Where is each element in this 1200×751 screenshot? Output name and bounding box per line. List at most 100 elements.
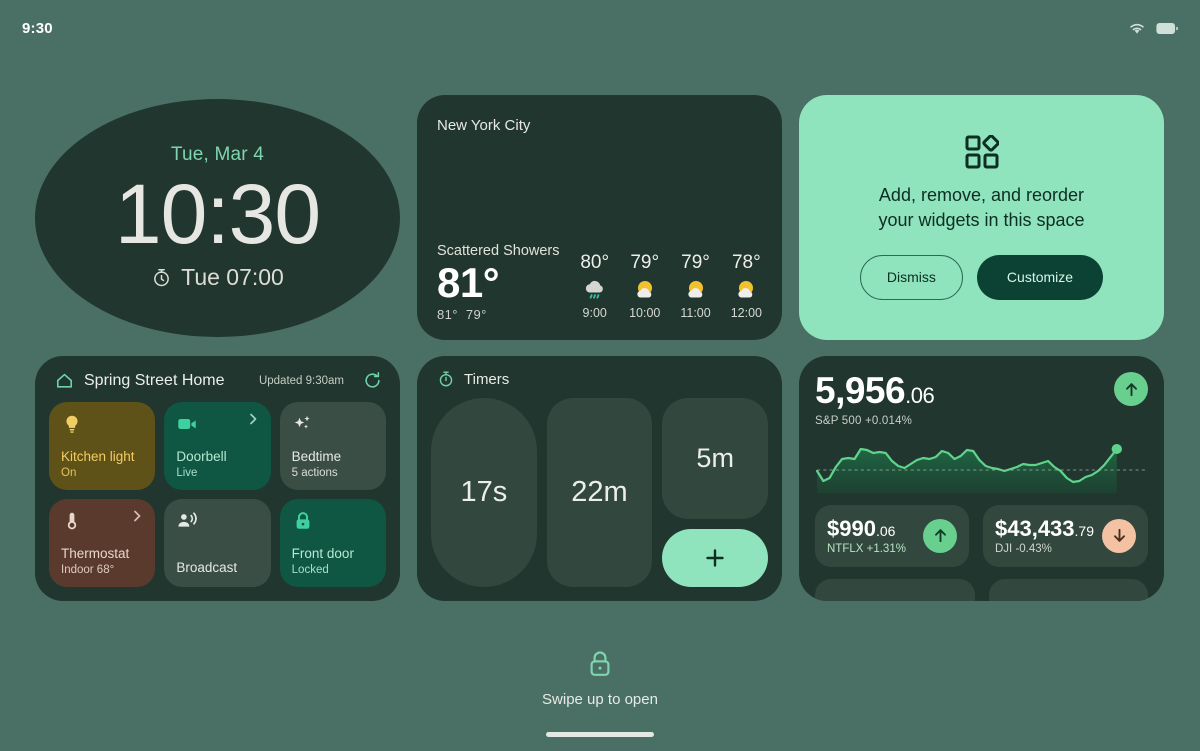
status-bar-clock: 9:30	[22, 19, 53, 37]
stocks-main-price-whole: 5,956	[815, 370, 906, 411]
stocks-main-price: 5,956.06	[815, 370, 935, 411]
home-title: Spring Street Home	[84, 371, 225, 389]
swipe-up-label: Swipe up to open	[542, 691, 658, 708]
stocks-main-label: S&P 500 +0.014%	[815, 414, 913, 427]
tile-name: Kitchen light	[61, 448, 135, 464]
plus-icon	[702, 545, 728, 571]
tile-spacer	[61, 435, 143, 449]
weather-condition: Scattered Showers	[437, 242, 560, 259]
tile-spacer	[292, 532, 374, 546]
timers-header: Timers	[431, 370, 768, 388]
tile-status: 5 actions	[291, 467, 338, 479]
hourly-forecast-item: 79° 11:00	[680, 252, 710, 320]
clock-date: Tue, Mar 4	[170, 144, 265, 165]
stocks-main-price-decimal: .06	[905, 383, 935, 408]
home-indicator[interactable]	[546, 732, 654, 737]
customize-button[interactable]: Customize	[976, 254, 1104, 300]
clock-oval: Tue, Mar 4 10:30 Tue 07:00	[35, 98, 400, 337]
chevron-right-icon[interactable]	[131, 510, 143, 522]
sun-behind-cloud-icon	[733, 278, 759, 302]
tile-status: Locked	[291, 564, 329, 576]
home-tile-kitchen-light[interactable]: Kitchen light On	[49, 402, 156, 490]
refresh-icon[interactable]	[363, 371, 382, 390]
timer-column: 17s	[431, 398, 537, 587]
stock-tile-info: $43,433.79 DJI -0.43%	[995, 516, 1094, 555]
status-bar: 9:30	[0, 0, 1200, 56]
arrow-up-icon	[932, 527, 949, 544]
broadcast-icon	[176, 510, 198, 532]
weather-current: Scattered Showers 81° 81° 79°	[437, 243, 560, 322]
hourly-time: 11:00	[680, 306, 711, 320]
tile-status: Live	[176, 467, 198, 479]
timer-chip[interactable]: 17s	[431, 398, 537, 587]
add-timer-button[interactable]	[662, 529, 769, 587]
stock-tile-direction-badge	[923, 518, 957, 553]
timer-chip[interactable]: 5m	[662, 398, 769, 519]
timer-chip[interactable]: 22m	[546, 398, 653, 587]
stock-tile-price-whole: $990	[827, 515, 876, 541]
tile-spacer	[61, 532, 143, 546]
timers-widget: Timers 17s 22m 5m	[417, 356, 782, 601]
weather-spacer	[437, 134, 762, 243]
customize-message-line2: your widgets in this space	[878, 210, 1085, 230]
widgets-grid-icon	[965, 135, 999, 183]
tile-name: Doorbell	[176, 448, 227, 464]
tile-name: Broadcast	[176, 559, 238, 575]
tile-name: Front door	[291, 545, 354, 561]
hourly-temp: 79°	[681, 252, 710, 273]
timer-column: 5m	[662, 398, 769, 587]
clock-widget[interactable]: Tue, Mar 4 10:30 Tue 07:00	[35, 95, 400, 340]
home-tile-doorbell[interactable]: Doorbell Live	[164, 402, 271, 490]
stock-tile-partial[interactable]	[988, 578, 1148, 601]
wifi-icon	[1128, 21, 1146, 35]
hourly-forecast-item: 80° 9:00	[580, 252, 609, 320]
stocks-tiles-row: $990.06 NTFLX +1.31% $43,433.79 DJI -0.4…	[815, 504, 1148, 567]
lock-icon	[587, 649, 613, 679]
sun-behind-cloud-icon	[632, 278, 658, 302]
chevron-right-icon[interactable]	[247, 413, 259, 425]
home-tile-broadcast[interactable]: Broadcast	[164, 499, 271, 587]
customize-widgets-card: Add, remove, and reorder your widgets in…	[799, 95, 1164, 340]
weather-high-low: 81° 79°	[437, 307, 560, 322]
hourly-temp: 79°	[630, 252, 660, 273]
weather-widget[interactable]: New York City Scattered Showers 81° 81° …	[417, 95, 782, 340]
sparkline-svg	[815, 443, 1146, 493]
hourly-time: 12:00	[730, 306, 762, 320]
thermometer-icon	[61, 510, 83, 532]
alarm-time: Tue 07:00	[181, 264, 284, 290]
clock-alarm: Tue 07:00	[151, 264, 284, 291]
home-tile-bedtime[interactable]: Bedtime 5 actions	[279, 402, 386, 490]
stock-tile-label: NTFLX +1.31%	[827, 542, 906, 555]
weather-high: 81°	[437, 307, 458, 322]
video-cam-icon	[176, 413, 198, 435]
sparkles-icon	[292, 413, 314, 435]
stock-tile-price: $990.06	[827, 515, 906, 541]
widget-grid: Tue, Mar 4 10:30 Tue 07:00 New York City…	[35, 95, 1170, 601]
arrow-down-icon	[1111, 527, 1128, 544]
timer-column: 22m	[546, 398, 653, 587]
tile-spacer	[292, 435, 374, 449]
hourly-time: 10:00	[629, 306, 661, 320]
weather-city: New York City	[437, 117, 531, 134]
stock-tile-dji[interactable]: $43,433.79 DJI -0.43%	[983, 504, 1148, 567]
home-tile-thermostat[interactable]: Thermostat Indoor 68°	[49, 499, 156, 587]
tile-icon-row	[292, 510, 374, 532]
stocks-sparkline-chart	[815, 437, 1148, 493]
stock-tile-price-decimal: .79	[1074, 522, 1094, 539]
stock-tile-partial[interactable]	[815, 578, 975, 601]
stock-tile-label: DJI -0.43%	[995, 542, 1052, 555]
hourly-temp: 80°	[580, 252, 610, 273]
dismiss-button[interactable]: Dismiss	[859, 254, 963, 300]
timers-list: 17s 22m 5m	[431, 398, 769, 587]
home-tile-front-door[interactable]: Front door Locked	[279, 499, 386, 587]
tile-icon-row	[176, 413, 258, 435]
stocks-main-row: 5,956.06 S&P 500 +0.014%	[815, 370, 1148, 427]
battery-icon	[1156, 22, 1178, 35]
hourly-forecast-item: 78° 12:00	[731, 252, 762, 320]
weather-low: 79°	[465, 307, 487, 322]
clock-time: 10:30	[114, 167, 321, 261]
stock-tile-ntflx[interactable]: $990.06 NTFLX +1.31%	[815, 504, 969, 567]
stocks-widget: 5,956.06 S&P 500 +0.014% $990.06 NTFLX +…	[799, 356, 1164, 601]
tile-icon-row	[61, 510, 143, 532]
stocks-tiles-row-partial	[815, 578, 1148, 601]
